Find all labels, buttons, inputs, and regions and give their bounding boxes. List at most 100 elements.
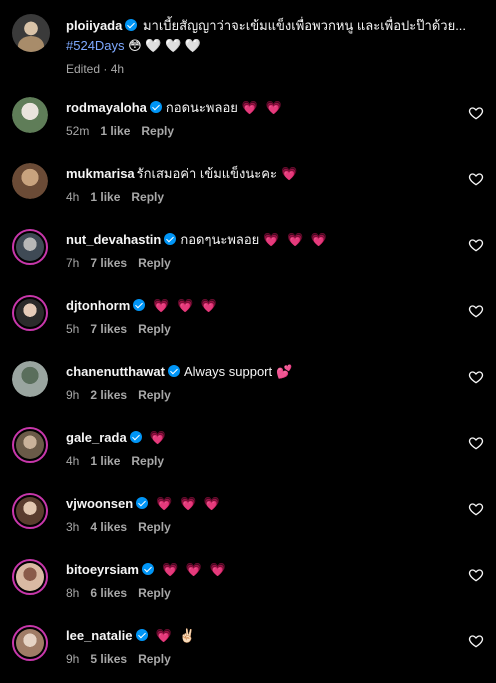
comment-likes[interactable]: 7 likes — [90, 256, 127, 270]
comment-avatar[interactable] — [12, 427, 48, 463]
reply-button[interactable]: Reply — [138, 322, 171, 336]
comment-line: mukmarisa รักเสมอค่า เข้มแข็งนะคะ 💗 — [66, 165, 466, 183]
comment-username[interactable]: chanenutthawat — [66, 364, 165, 379]
comment-body: nut_devahastin กอดๆนะพลอย 💗 💗 💗 7h 7 likes Re… — [66, 231, 466, 270]
verified-badge-icon — [133, 299, 146, 311]
comment-line: lee_natalie 💗 ✌🏻 — [66, 627, 466, 645]
comment-row: bitoeyrsiam 💗 💗 💗 8h 6 likes Reply — [12, 559, 484, 615]
heart-outline-icon[interactable] — [468, 567, 484, 583]
heart-outline-icon[interactable] — [468, 105, 484, 121]
verified-badge-icon — [136, 497, 149, 509]
comment-line: vjwoonsen 💗 💗 💗 — [66, 495, 466, 513]
comment-username[interactable]: djtonhorm — [66, 298, 130, 313]
comment-row: chanenutthawat Always support 💕 9h 2 likes Re… — [12, 361, 484, 417]
heart-outline-icon[interactable] — [468, 237, 484, 253]
comment-likes[interactable]: 4 likes — [90, 520, 127, 534]
reply-button[interactable]: Reply — [138, 520, 171, 534]
comment-username[interactable]: nut_devahastin — [66, 232, 161, 247]
reply-button[interactable]: Reply — [131, 454, 164, 468]
comment-body: gale_rada 💗 4h 1 like Reply — [66, 429, 466, 468]
comment-meta: 3h 4 likes Reply — [66, 520, 466, 534]
comment-line: gale_rada 💗 — [66, 429, 466, 447]
comment-body: rodmayaloha กอดนะพลอย 💗 💗 52m 1 like Reply — [66, 99, 466, 138]
heart-outline-icon[interactable] — [468, 303, 484, 319]
comment-emojis: 💗 💗 — [241, 100, 284, 115]
comment-meta: 5h 7 likes Reply — [66, 322, 466, 336]
caption-hashtag[interactable]: #524Days — [66, 38, 125, 53]
comment-meta: 9h 5 likes Reply — [66, 652, 466, 666]
comment-time: 4h — [66, 454, 80, 468]
heart-outline-icon[interactable] — [468, 501, 484, 517]
caption-text-block: ploiiyada มาเบี้ยสัญญาว่าจะเข้มแข็งเพื่อ… — [66, 16, 476, 56]
comment-avatar[interactable] — [12, 625, 48, 661]
comment-emojis: 💗 💗 💗 — [153, 298, 220, 313]
heart-outline-icon[interactable] — [468, 435, 484, 451]
comment-avatar[interactable] — [12, 493, 48, 529]
comment-emojis: 💕 — [276, 364, 295, 379]
post-caption: ploiiyada มาเบี้ยสัญญาว่าจะเข้มแข็งเพื่อ… — [12, 12, 482, 82]
caption-emojis: 😳 🤍 🤍 🤍 — [128, 38, 202, 53]
comment-line: nut_devahastin กอดๆนะพลอย 💗 💗 💗 — [66, 231, 466, 249]
comment-username[interactable]: gale_rada — [66, 430, 127, 445]
comment-time: 5h — [66, 322, 80, 336]
comment-likes[interactable]: 1 like — [100, 124, 130, 138]
comment-line: chanenutthawat Always support 💕 — [66, 363, 466, 381]
comment-time: 3h — [66, 520, 80, 534]
caption-username[interactable]: ploiiyada — [66, 18, 122, 33]
comment-emojis: 💗 💗 💗 — [263, 232, 330, 247]
heart-outline-icon[interactable] — [468, 171, 484, 187]
caption-time: 4h — [110, 62, 125, 76]
comment-emojis: 💗 ✌🏻 — [155, 628, 198, 643]
comment-row: gale_rada 💗 4h 1 like Reply — [12, 427, 484, 483]
reply-button[interactable]: Reply — [131, 190, 164, 204]
comment-row: djtonhorm 💗 💗 💗 5h 7 likes Reply — [12, 295, 484, 351]
comment-text: รักเสมอค่า เข้มแข็งนะคะ — [136, 166, 277, 181]
reply-button[interactable]: Reply — [141, 124, 174, 138]
comment-emojis: 💗 💗 💗 — [161, 562, 228, 577]
comment-username[interactable]: vjwoonsen — [66, 496, 133, 511]
comment-likes[interactable]: 6 likes — [90, 586, 127, 600]
comment-avatar[interactable] — [12, 295, 48, 331]
comment-meta: 4h 1 like Reply — [66, 190, 466, 204]
comment-username[interactable]: lee_natalie — [66, 628, 133, 643]
comment-username[interactable]: bitoeyrsiam — [66, 562, 139, 577]
comment-avatar[interactable] — [12, 97, 48, 133]
comment-likes[interactable]: 1 like — [90, 454, 120, 468]
comment-meta: 52m 1 like Reply — [66, 124, 466, 138]
verified-badge-icon — [125, 19, 138, 31]
comment-likes[interactable]: 1 like — [90, 190, 120, 204]
comment-emojis: 💗 💗 💗 — [156, 496, 222, 511]
comment-avatar[interactable] — [12, 229, 48, 265]
comment-avatar[interactable] — [12, 361, 48, 397]
comment-avatar[interactable] — [12, 559, 48, 595]
comment-line: rodmayaloha กอดนะพลอย 💗 💗 — [66, 99, 466, 117]
reply-button[interactable]: Reply — [138, 586, 171, 600]
verified-badge-icon — [164, 233, 177, 245]
comment-likes[interactable]: 7 likes — [90, 322, 127, 336]
verified-badge-icon — [167, 365, 180, 377]
comment-time: 9h — [66, 652, 80, 666]
heart-outline-icon[interactable] — [468, 633, 484, 649]
comment-body: lee_natalie 💗 ✌🏻 9h 5 likes Reply — [66, 627, 466, 666]
comment-time: 8h — [66, 586, 80, 600]
heart-outline-icon[interactable] — [468, 369, 484, 385]
comment-body: vjwoonsen 💗 💗 💗 3h 4 likes Reply — [66, 495, 466, 534]
comment-row: vjwoonsen 💗 💗 💗 3h 4 likes Reply — [12, 493, 484, 549]
reply-button[interactable]: Reply — [138, 388, 171, 402]
reply-button[interactable]: Reply — [138, 256, 171, 270]
comment-time: 7h — [66, 256, 80, 270]
verified-badge-icon — [129, 431, 142, 443]
reply-button[interactable]: Reply — [138, 652, 171, 666]
caption-text: มาเบี้ยสัญญาว่าจะเข้มแข็งเพื่อพวกหนู และ… — [142, 18, 467, 33]
comment-line: bitoeyrsiam 💗 💗 💗 — [66, 561, 466, 579]
caption-avatar[interactable] — [12, 14, 50, 52]
verified-badge-icon — [149, 101, 162, 113]
comment-meta: 4h 1 like Reply — [66, 454, 466, 468]
comment-likes[interactable]: 2 likes — [90, 388, 127, 402]
comment-body: djtonhorm 💗 💗 💗 5h 7 likes Reply — [66, 297, 466, 336]
comment-username[interactable]: mukmarisa — [66, 166, 135, 181]
comment-likes[interactable]: 5 likes — [90, 652, 127, 666]
comment-avatar[interactable] — [12, 163, 48, 199]
comment-username[interactable]: rodmayaloha — [66, 100, 147, 115]
comment-emojis: 💗 — [280, 166, 300, 181]
